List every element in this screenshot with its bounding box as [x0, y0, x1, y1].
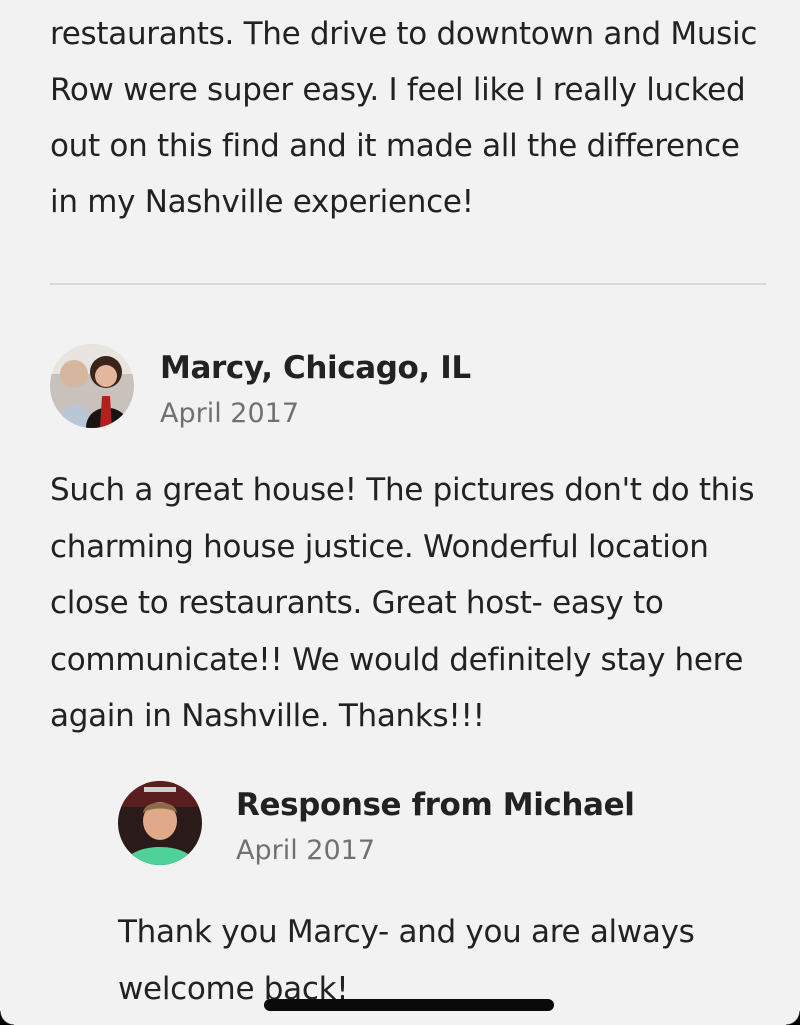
reviewer-meta: Marcy, Chicago, IL April 2017 [160, 344, 471, 434]
screen-corner-left [0, 1011, 14, 1025]
previous-review-text: restaurants. The drive to downtown and M… [50, 16, 758, 220]
review-divider [50, 283, 766, 285]
home-indicator[interactable] [264, 999, 554, 1011]
review-text: Such a great house! The pictures don't d… [50, 472, 755, 734]
response-date: April 2017 [236, 835, 376, 866]
screen-corner-right [786, 1011, 800, 1025]
response-meta: Response from Michael April 2017 [236, 781, 635, 871]
reviewer-name[interactable]: Marcy, Chicago, IL [160, 346, 471, 390]
response-header: Response from Michael April 2017 [118, 781, 635, 871]
reviews-screen: restaurants. The drive to downtown and M… [0, 0, 800, 1025]
host-photo-icon [118, 781, 202, 865]
review-header: Marcy, Chicago, IL April 2017 [50, 344, 471, 430]
response-title: Response from Michael [236, 787, 635, 823]
review-date: April 2017 [160, 398, 300, 429]
host-avatar[interactable] [118, 781, 202, 865]
reviewer-avatar[interactable] [50, 344, 134, 428]
reviewer-photo-icon [50, 344, 134, 428]
